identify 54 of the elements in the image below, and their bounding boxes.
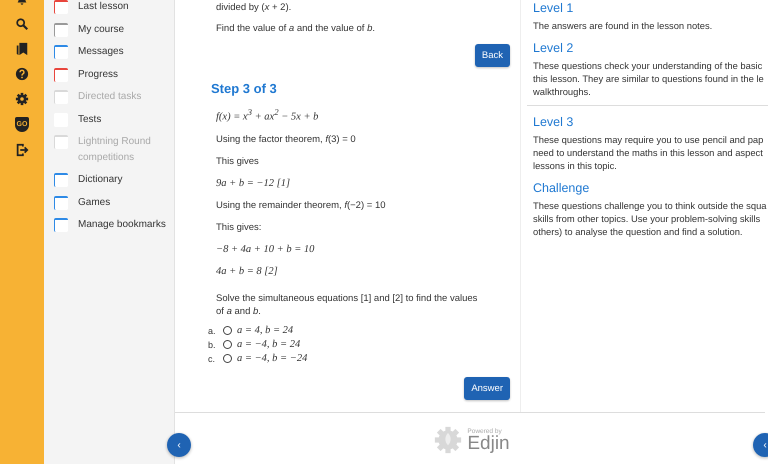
radio-button[interactable] bbox=[223, 340, 232, 349]
question-text: Find the value of a and the value of b. bbox=[216, 23, 376, 35]
gear-logo-icon bbox=[434, 426, 462, 454]
menu-item[interactable]: Tests bbox=[78, 112, 102, 127]
level-description: These questions check your understanding of the basic bbox=[533, 59, 764, 72]
option-label: c. bbox=[208, 354, 216, 364]
option-text[interactable]: a = −4, b = 24 bbox=[237, 339, 300, 350]
equation: 9a + b = −12 [1] bbox=[216, 176, 292, 190]
level-description: walkthroughs. bbox=[533, 85, 592, 98]
level-description: skills from other topics. Use your problem-solving skills bbox=[533, 212, 762, 225]
equation: f(x) = x$^{3}$ + ax$^{2}$ − 5x + b bbox=[216, 106, 320, 124]
step-text: Using the remainder theorem, f(−2) = 10 bbox=[216, 198, 387, 212]
menu-item[interactable]: Progress bbox=[78, 66, 118, 82]
menu-item[interactable]: My course bbox=[78, 22, 124, 37]
level-title: Level 2 bbox=[533, 41, 574, 56]
level-title: Challenge bbox=[533, 181, 590, 196]
menu-item[interactable]: Manage bookmarks bbox=[78, 217, 166, 232]
menu-item[interactable]: Messages bbox=[78, 44, 124, 60]
level-description: others) to analyse the question and find a solution. bbox=[533, 225, 744, 238]
back-button[interactable]: Back bbox=[474, 44, 510, 67]
answer-button[interactable]: Answer bbox=[464, 376, 510, 400]
radio-button[interactable] bbox=[223, 326, 232, 335]
equation: 4a + b = 8 [2] bbox=[216, 264, 279, 278]
menu-item[interactable]: Dictionary bbox=[78, 172, 122, 188]
logout-icon[interactable] bbox=[15, 143, 29, 157]
radio-button[interactable] bbox=[223, 354, 232, 363]
step-title: Step 3 of 3 bbox=[211, 81, 278, 97]
option-text[interactable]: a = −4, b = −24 bbox=[237, 353, 308, 364]
option-label: a. bbox=[208, 326, 217, 336]
option-text[interactable]: a = 4, b = 24 bbox=[237, 325, 294, 336]
menu-item[interactable]: Last lesson bbox=[78, 0, 129, 14]
search-icon[interactable] bbox=[15, 17, 29, 31]
equation: −8 + 4a + 10 + b = 10 bbox=[216, 242, 316, 256]
level-description: The answers are found in the lesson notes. bbox=[533, 19, 714, 32]
level-description: lessons in this topic. bbox=[533, 159, 618, 172]
next-button[interactable]: ‹ bbox=[753, 433, 768, 457]
option-label: b. bbox=[208, 340, 217, 350]
level-title: Level 3 bbox=[533, 115, 574, 130]
settings-icon[interactable] bbox=[15, 92, 29, 106]
previous-button[interactable]: ‹ bbox=[167, 433, 191, 457]
step-text: This gives bbox=[216, 154, 260, 168]
brand-name: Edjin bbox=[467, 434, 510, 452]
bookmarks-icon[interactable] bbox=[15, 42, 29, 56]
step-text: This gives: bbox=[216, 220, 262, 234]
question-text: divided by (x + 2). bbox=[216, 2, 292, 14]
level-description: These questions challenge you to think outside the squa bbox=[533, 199, 768, 212]
menu-item[interactable]: Games bbox=[78, 194, 110, 210]
step-text: Using the factor theorem, f(3) = 0 bbox=[216, 132, 357, 146]
level-title: Level 1 bbox=[533, 1, 574, 16]
help-icon[interactable] bbox=[15, 67, 29, 81]
level-description: These questions may require you to use pencil and pap bbox=[533, 133, 764, 146]
level-description: need to understand the maths in this lesson and aspect bbox=[533, 146, 764, 159]
level-description: this lesson. They are similar to questions found in the le bbox=[533, 72, 765, 85]
instruction-text: Solve the simultaneous equations [1] and [2] to find the values of a and b. bbox=[216, 292, 478, 318]
